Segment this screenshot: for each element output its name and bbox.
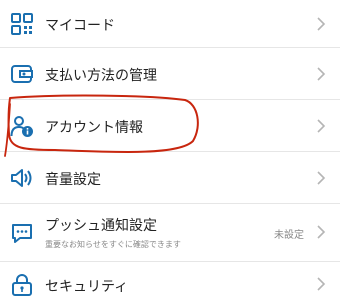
chevron-right-icon (317, 171, 326, 185)
menu-item-volume-settings[interactable]: 音量設定 (0, 152, 340, 204)
chevron-right-icon (317, 277, 326, 291)
menu-item-label: アカウント情報 (45, 120, 143, 136)
menu-item-my-code[interactable]: マイコード (0, 0, 340, 48)
chevron-right-icon (317, 67, 326, 81)
speaker-icon (11, 169, 32, 187)
qr-code-icon (11, 13, 33, 35)
chevron-right-icon (317, 119, 326, 133)
menu-item-sublabel: 重要なお知らせをすぐに確認できます (45, 240, 181, 249)
chevron-right-icon (317, 17, 326, 31)
menu-item-label: 支払い方法の管理 (45, 68, 157, 84)
menu-item-payment-methods[interactable]: 支払い方法の管理 (0, 48, 340, 100)
account-info-icon (10, 116, 33, 137)
menu-item-label: マイコード (45, 18, 115, 34)
menu-item-label: プッシュ通知設定 (45, 218, 157, 234)
menu-item-label: 音量設定 (45, 172, 101, 188)
menu-item-account-info[interactable]: アカウント情報 (0, 100, 340, 152)
menu-item-label: セキュリティ (45, 279, 129, 295)
lock-icon (12, 274, 32, 296)
menu-item-push-notification-settings[interactable]: プッシュ通知設定 重要なお知らせをすぐに確認できます 未設定 (0, 204, 340, 262)
wallet-icon (11, 65, 33, 83)
chevron-right-icon (317, 225, 326, 239)
status-label: 未設定 (274, 230, 304, 241)
chat-bubble-icon (12, 224, 32, 243)
menu-item-security[interactable]: セキュリティ (0, 262, 340, 307)
